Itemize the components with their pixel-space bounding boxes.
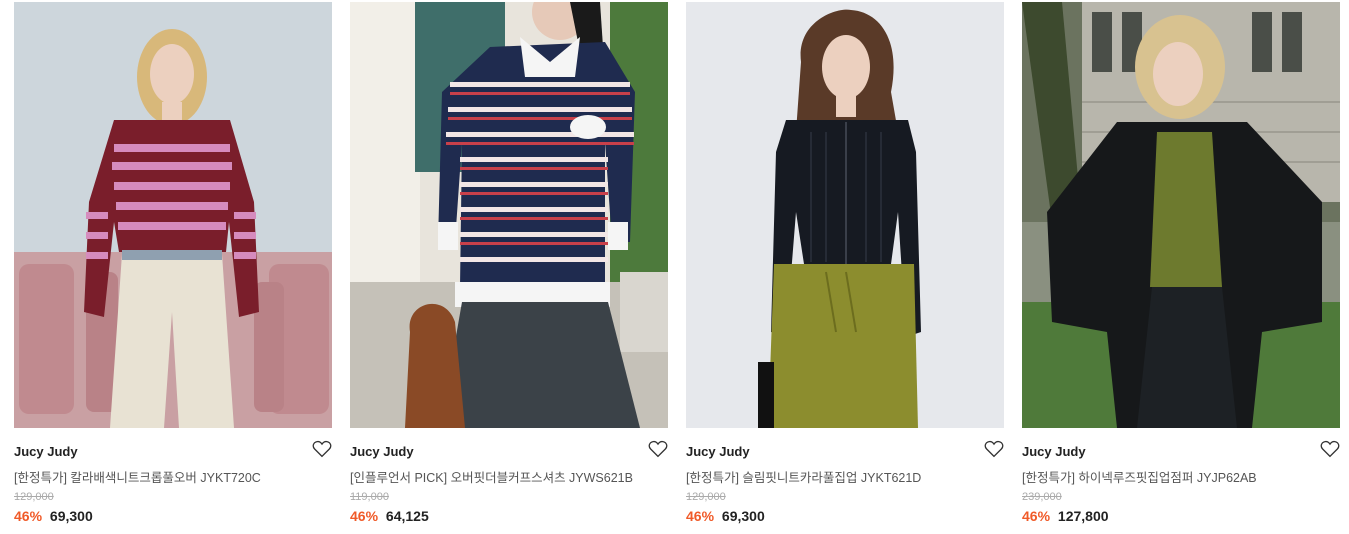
brand-name[interactable]: Jucy Judy xyxy=(686,444,750,459)
product-photo-black-jacket xyxy=(1022,2,1340,428)
brand-name[interactable]: Jucy Judy xyxy=(1022,444,1086,459)
original-price: 119,000 xyxy=(350,491,389,503)
discount-rate: 46% xyxy=(1022,508,1051,524)
wishlist-heart-icon[interactable] xyxy=(1320,440,1340,458)
wishlist-heart-icon[interactable] xyxy=(648,440,668,458)
original-price: 129,000 xyxy=(686,491,726,503)
product-image[interactable] xyxy=(14,2,332,428)
original-price: 129,000 xyxy=(14,491,54,503)
price-row: 46% 69,300 xyxy=(686,508,765,524)
wishlist-heart-icon[interactable] xyxy=(984,440,1004,458)
heart-icon xyxy=(1320,440,1340,458)
heart-icon xyxy=(648,440,668,458)
product-card[interactable]: Jucy Judy [한정특가] 하이넥루즈핏집업점퍼 JYJP62AB 239… xyxy=(1022,2,1340,532)
heart-icon xyxy=(984,440,1004,458)
product-grid: Jucy Judy [한정특가] 칼라배색니트크롭풀오버 JYKT720C 12… xyxy=(0,0,1349,534)
discount-rate: 46% xyxy=(686,508,715,524)
product-card[interactable]: Jucy Judy [한정특가] 슬림핏니트카라풀집업 JYKT621D 129… xyxy=(686,2,1004,532)
heart-icon xyxy=(312,440,332,458)
product-image[interactable] xyxy=(350,2,668,428)
product-card[interactable]: Jucy Judy [인플루언서 PICK] 오버핏더블커프스셔츠 JYWS62… xyxy=(350,2,668,532)
product-photo-black-cardigan xyxy=(686,2,1004,428)
discount-rate: 46% xyxy=(14,508,43,524)
price-row: 46% 127,800 xyxy=(1022,508,1109,524)
price-row: 46% 69,300 xyxy=(14,508,93,524)
sale-price: 69,300 xyxy=(49,508,93,524)
product-title[interactable]: [한정특가] 슬림핏니트카라풀집업 JYKT621D xyxy=(686,467,921,486)
product-image[interactable] xyxy=(686,2,1004,428)
product-photo-striped-shirt xyxy=(350,2,668,428)
sale-price: 64,125 xyxy=(385,508,429,524)
product-image[interactable] xyxy=(1022,2,1340,428)
brand-name[interactable]: Jucy Judy xyxy=(14,444,78,459)
sale-price: 127,800 xyxy=(1057,508,1109,524)
product-photo-striped-sweater xyxy=(14,2,332,428)
sale-price: 69,300 xyxy=(721,508,765,524)
discount-rate: 46% xyxy=(350,508,379,524)
wishlist-heart-icon[interactable] xyxy=(312,440,332,458)
price-row: 46% 64,125 xyxy=(350,508,429,524)
product-title[interactable]: [한정특가] 칼라배색니트크롭풀오버 JYKT720C xyxy=(14,467,261,486)
product-title[interactable]: [인플루언서 PICK] 오버핏더블커프스셔츠 JYWS621B xyxy=(350,467,633,486)
product-card[interactable]: Jucy Judy [한정특가] 칼라배색니트크롭풀오버 JYKT720C 12… xyxy=(14,2,332,532)
product-title[interactable]: [한정특가] 하이넥루즈핏집업점퍼 JYJP62AB xyxy=(1022,467,1257,486)
original-price: 239,000 xyxy=(1022,491,1062,503)
brand-name[interactable]: Jucy Judy xyxy=(350,444,414,459)
